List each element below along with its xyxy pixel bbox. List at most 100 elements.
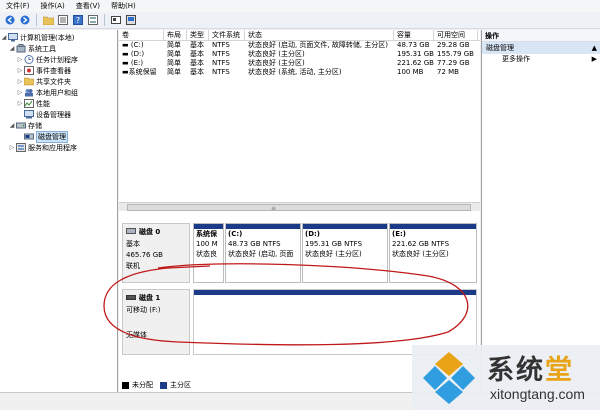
performance-icon bbox=[24, 99, 34, 108]
legend: 未分配 主分区 bbox=[122, 380, 191, 390]
device-manager-icon bbox=[24, 110, 34, 119]
partition-size: 100 M bbox=[196, 240, 218, 248]
tree-item-local-users[interactable]: ▷ 本地用户和组 bbox=[0, 87, 117, 98]
menu-action[interactable]: 操作(A) bbox=[41, 1, 65, 11]
tree-label: 存储 bbox=[28, 121, 42, 130]
disk-0-type: 基本 bbox=[126, 240, 140, 248]
expand-arrow-icon[interactable]: ◢ bbox=[8, 122, 16, 129]
filesystem-cell: NTFS bbox=[212, 50, 230, 58]
folder-icon[interactable] bbox=[42, 14, 54, 26]
partition-status: 状态良好 (启动, 页面 bbox=[228, 250, 294, 258]
tree-item-shared-folders[interactable]: ▷ 共享文件夹 bbox=[0, 76, 117, 87]
table-row[interactable]: ▬系统保留 简单 基本 NTFS 状态良好 (系统, 活动, 主分区) 100 … bbox=[119, 68, 480, 77]
layout-cell: 简单 bbox=[167, 50, 181, 58]
toolbar: ? bbox=[0, 12, 600, 29]
scrollbar-thumb[interactable]: ≡ bbox=[127, 204, 471, 212]
more-actions-label: 更多操作 bbox=[502, 55, 530, 63]
disk-0-title: 磁盘 0 bbox=[126, 227, 186, 237]
table-row[interactable]: ▬ (C:) 简单 基本 NTFS 状态良好 (启动, 页面文件, 故障转储, … bbox=[119, 41, 480, 50]
clock-icon bbox=[24, 55, 34, 64]
tree-label: 共享文件夹 bbox=[36, 77, 71, 86]
capacity-cell: 221.62 GB bbox=[397, 59, 434, 67]
tree-item-computer-management[interactable]: ◢ 计算机管理(本地) bbox=[0, 32, 117, 43]
list-view-icon[interactable] bbox=[87, 14, 99, 26]
tree-label: 磁盘管理 bbox=[36, 130, 68, 143]
legend-unallocated-swatch bbox=[122, 381, 129, 389]
menu-help[interactable]: 帮助(H) bbox=[111, 1, 136, 11]
legend-primary-label: 主分区 bbox=[170, 381, 191, 389]
tree-item-disk-management[interactable]: 磁盘管理 bbox=[0, 130, 117, 143]
volume-cell: ▬ (D:) bbox=[122, 50, 145, 58]
layout-cell: 简单 bbox=[167, 68, 181, 76]
column-header-capacity[interactable]: 容量 bbox=[394, 30, 434, 40]
collapsed-arrow-icon[interactable]: ▷ bbox=[16, 67, 24, 74]
partition-size: 48.73 GB NTFS bbox=[228, 240, 281, 248]
volume-cell: ▬ (E:) bbox=[122, 59, 144, 67]
forward-arrow-icon[interactable] bbox=[19, 14, 31, 26]
collapsed-arrow-icon[interactable]: ▷ bbox=[16, 100, 24, 107]
tree-label: 设备管理器 bbox=[36, 110, 71, 119]
column-header-volume[interactable]: 卷 bbox=[119, 30, 164, 40]
column-header-status[interactable]: 状态 bbox=[245, 30, 394, 40]
details-view-icon[interactable] bbox=[57, 14, 69, 26]
tree-item-event-viewer[interactable]: ▷ 事件查看器 bbox=[0, 65, 117, 76]
column-header-free-space[interactable]: 可用空间 bbox=[434, 30, 478, 40]
users-icon bbox=[24, 88, 34, 97]
actions-section-disk-management[interactable]: 磁盘管理 ▲ bbox=[482, 42, 600, 54]
status-cell: 状态良好 (系统, 活动, 主分区) bbox=[248, 68, 342, 76]
table-row[interactable]: ▬ (D:) 简单 基本 NTFS 状态良好 (主分区) 195.31 GB 1… bbox=[119, 50, 480, 59]
filesystem-cell: NTFS bbox=[212, 59, 230, 67]
watermark-chinese-text: 系统堂 bbox=[487, 355, 574, 386]
tree-item-system-tools[interactable]: ◢ 系统工具 bbox=[0, 43, 117, 54]
svg-text:?: ? bbox=[76, 16, 80, 25]
submenu-arrow-icon: ▶ bbox=[591, 55, 597, 63]
console-icon[interactable] bbox=[125, 14, 137, 26]
status-cell: 状态良好 (启动, 页面文件, 故障转储, 主分区) bbox=[248, 41, 389, 49]
collapsed-arrow-icon[interactable]: ▷ bbox=[16, 56, 24, 63]
partition-size: 195.31 GB NTFS bbox=[305, 240, 363, 248]
tree-item-storage[interactable]: ◢ 存储 bbox=[0, 120, 117, 131]
actions-header: 操作 bbox=[482, 30, 600, 42]
collapse-arrow-icon[interactable]: ▲ bbox=[592, 42, 597, 54]
tree-label: 计算机管理(本地) bbox=[20, 33, 75, 42]
column-header-filesystem[interactable]: 文件系统 bbox=[209, 30, 245, 40]
disk-0-size: 465.76 GB bbox=[126, 251, 163, 259]
tree-item-task-scheduler[interactable]: ▷ 任务计划程序 bbox=[0, 54, 117, 65]
disk-icon bbox=[126, 228, 136, 236]
legend-primary-swatch bbox=[160, 381, 167, 389]
collapsed-arrow-icon[interactable]: ▷ bbox=[16, 78, 24, 85]
watermark-emblem-icon bbox=[423, 352, 475, 404]
collapsed-arrow-icon[interactable]: ▷ bbox=[16, 89, 24, 96]
properties-icon[interactable] bbox=[110, 14, 122, 26]
back-arrow-icon[interactable] bbox=[4, 14, 16, 26]
actions-pane: 操作 磁盘管理 ▲ 更多操作 ▶ bbox=[481, 30, 600, 392]
tree-item-performance[interactable]: ▷ 性能 bbox=[0, 98, 117, 109]
layout-cell: 简单 bbox=[167, 59, 181, 67]
horizontal-scrollbar[interactable]: ≡ bbox=[119, 202, 480, 212]
column-header-layout[interactable]: 布局 bbox=[164, 30, 187, 40]
status-cell: 状态良好 (主分区) bbox=[248, 59, 305, 67]
menu-file[interactable]: 文件(F) bbox=[6, 1, 30, 11]
tree-item-device-manager[interactable]: 设备管理器 bbox=[0, 109, 117, 120]
table-row[interactable]: ▬ (E:) 简单 基本 NTFS 状态良好 (主分区) 221.62 GB 7… bbox=[119, 59, 480, 68]
column-header-type[interactable]: 类型 bbox=[187, 30, 209, 40]
type-cell: 基本 bbox=[190, 68, 204, 76]
capacity-cell: 100 MB bbox=[397, 68, 424, 76]
drive-icon: ▬ bbox=[122, 41, 131, 49]
more-actions-item[interactable]: 更多操作 ▶ bbox=[482, 54, 600, 65]
volume-list-header: 卷 布局 类型 文件系统 状态 容量 可用空间 bbox=[119, 30, 480, 41]
collapsed-arrow-icon[interactable]: ▷ bbox=[8, 144, 16, 151]
free-space-cell: 29.28 GB bbox=[437, 41, 470, 49]
filesystem-cell: NTFS bbox=[212, 41, 230, 49]
type-cell: 基本 bbox=[190, 50, 204, 58]
help-icon[interactable]: ? bbox=[72, 14, 84, 26]
expand-arrow-icon[interactable]: ◢ bbox=[8, 45, 16, 52]
tree-label: 任务计划程序 bbox=[36, 55, 78, 64]
tree-item-services-apps[interactable]: ▷ 服务和应用程序 bbox=[0, 142, 117, 153]
expand-arrow-icon[interactable]: ◢ bbox=[0, 34, 8, 41]
menu-bar: 文件(F) 操作(A) 查看(V) 帮助(H) bbox=[0, 0, 600, 12]
tree-label: 性能 bbox=[36, 99, 50, 108]
toolbar-separator-2 bbox=[104, 14, 105, 26]
partition-title: (E:) bbox=[392, 230, 406, 238]
menu-view[interactable]: 查看(V) bbox=[76, 1, 100, 11]
